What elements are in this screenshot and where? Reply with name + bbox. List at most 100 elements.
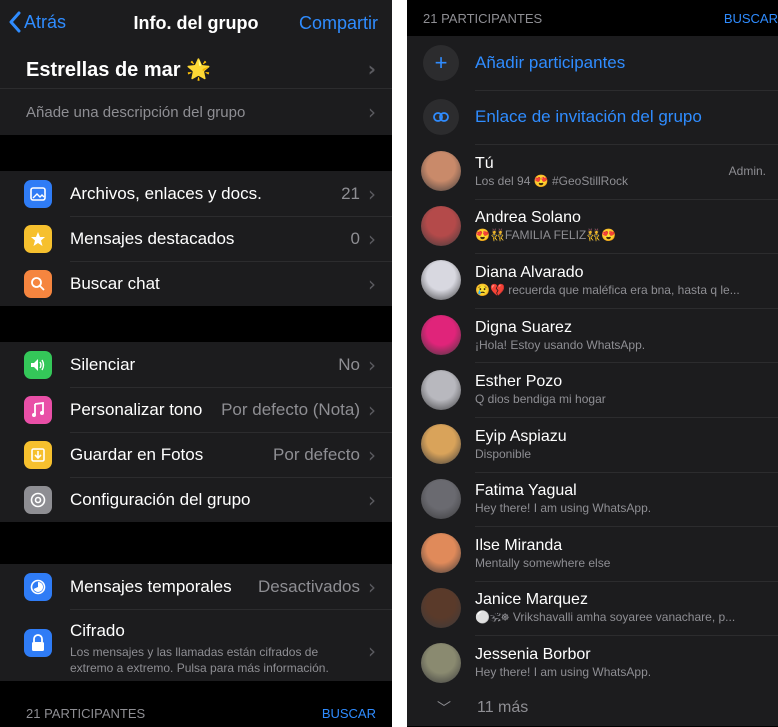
search-icon (24, 269, 52, 298)
download-icon (24, 440, 52, 469)
lock-icon (24, 629, 52, 657)
participant-name: Eyip Aspiazu (475, 427, 567, 445)
mute-row[interactable]: Silenciar No › (0, 342, 392, 387)
participant-info: Esther Pozo Q dios bendiga mi hogar (475, 373, 778, 406)
participant-row[interactable]: Digna Suarez ¡Hola! Estoy usando WhatsApp… (407, 307, 778, 363)
participant-row[interactable]: Andrea Solano 😍👯FAMILIA FELIZ👯😍 (407, 198, 778, 254)
media-section: Archivos, enlaces y docs. 21 › Mensajes … (0, 171, 392, 306)
avatar (421, 315, 461, 356)
link-icon (423, 99, 459, 135)
group-name-row[interactable]: Estrellas de mar 🌟 › (0, 50, 392, 88)
participant-row[interactable]: Esther Pozo Q dios bendiga mi hogar (407, 362, 778, 417)
add-participants-button[interactable]: + Añadir participantes (407, 36, 778, 90)
participant-info: Jessenia Borbor Hey there! I am using Wha… (475, 646, 778, 679)
participant-status: Mentally somewhere else (475, 555, 611, 570)
row-value: Desactivados (257, 576, 360, 596)
participant-name: Tú (475, 154, 494, 172)
participant-row[interactable]: Tú Los del 94 😍 #GeoStillRock Admin. (407, 144, 778, 199)
avatar (421, 205, 461, 246)
chevron-right-icon: › (368, 574, 376, 599)
avatar (421, 642, 461, 683)
timer-icon (24, 572, 52, 601)
save-to-photos-row[interactable]: Guardar en Fotos Por defecto › (0, 432, 392, 477)
participant-info: Eyip Aspiazu Disponible (475, 428, 778, 461)
participant-row[interactable]: Ilse Miranda Mentally somewhere else (407, 526, 778, 581)
row-label: Mensajes destacados (70, 228, 235, 248)
encryption-description: Los mensajes y las llamadas están cifrad… (70, 645, 329, 675)
encryption-row[interactable]: Cifrado Los mensajes y las llamadas está… (0, 609, 392, 681)
participant-row[interactable]: Janice Marquez ⚪🕉☸ Vrikshavalli amha soya… (407, 580, 778, 636)
participant-name: Esther Pozo (475, 373, 563, 391)
participant-status: 😍👯FAMILIA FELIZ👯😍 (475, 228, 617, 243)
search-participants-button[interactable]: BUSCAR (322, 706, 376, 721)
disappearing-messages-row[interactable]: Mensajes temporales Desactivados › (0, 564, 392, 609)
participant-status: ¡Hola! Estoy usando WhatsApp. (475, 337, 646, 352)
chevron-right-icon: › (368, 226, 376, 251)
chevron-right-icon: › (368, 352, 376, 377)
group-name: Estrellas de mar 🌟 (26, 58, 211, 81)
participant-row[interactable]: Jessenia Borbor Hey there! I am using Wha… (407, 635, 778, 690)
action-label: Enlace de invitación del grupo (475, 107, 702, 126)
settings-section: Silenciar No › Personalizar tono Por def… (0, 342, 392, 522)
participant-name: Jessenia Borbor (475, 646, 591, 664)
participants-footer: 21 PARTICIPANTES BUSCAR (0, 699, 392, 727)
row-label: Personalizar tono (70, 399, 203, 419)
custom-tone-row[interactable]: Personalizar tono Por defecto (Nota) › (0, 387, 392, 432)
chevron-right-icon: › (368, 100, 376, 124)
starred-messages-row[interactable]: Mensajes destacados 0 › (0, 216, 392, 261)
media-links-docs-row[interactable]: Archivos, enlaces y docs. 21 › (0, 171, 392, 216)
chevron-down-icon: ﹀ (437, 699, 451, 716)
row-label: Silenciar (70, 354, 136, 374)
photo-icon (24, 179, 52, 208)
participant-row[interactable]: Diana Alvarado 😢💔 recuerda que maléfica e… (407, 253, 778, 308)
avatar (421, 478, 461, 519)
search-participants-button[interactable]: BUSCAR (724, 11, 778, 26)
participant-info: Ilse Miranda Mentally somewhere else (475, 537, 778, 570)
group-description-row[interactable]: Añade una descripción del grupo › (0, 88, 392, 135)
row-label: Configuración del grupo (70, 489, 251, 509)
show-more-button[interactable]: ﹀ 11 más (407, 690, 778, 726)
participant-status: Q dios bendiga mi hogar (475, 392, 606, 407)
star-icon (24, 224, 52, 253)
avatar (421, 151, 461, 192)
gear-icon (24, 485, 52, 514)
participant-info: Andrea Solano 😍👯FAMILIA FELIZ👯😍 (475, 209, 778, 242)
chevron-right-icon: › (368, 397, 376, 422)
privacy-section: Mensajes temporales Desactivados › Cifra… (0, 564, 392, 681)
participant-status: Los del 94 😍 #GeoStillRock (475, 173, 629, 188)
share-button[interactable]: Compartir (299, 13, 378, 34)
avatar (421, 424, 461, 465)
participants-header: 21 PARTICIPANTES BUSCAR (407, 0, 778, 36)
search-chat-row[interactable]: Buscar chat › (0, 261, 392, 306)
avatar (421, 260, 461, 301)
participant-status: ⚪🕉☸ Vrikshavalli amha soyaree vanachare,… (475, 610, 736, 625)
participants-count: 21 PARTICIPANTES (26, 705, 146, 721)
participant-row[interactable]: Fatima Yagual Hey there! I am using Whats… (407, 471, 778, 527)
participant-name: Diana Alvarado (475, 263, 584, 281)
group-settings-row[interactable]: Configuración del grupo › (0, 477, 392, 522)
plus-icon: + (423, 45, 459, 81)
invite-link-button[interactable]: Enlace de invitación del grupo (407, 90, 778, 144)
chevron-right-icon: › (368, 271, 376, 296)
row-label: Cifrado (70, 621, 125, 640)
participant-info: Janice Marquez ⚪🕉☸ Vrikshavalli amha soya… (475, 591, 778, 625)
chevron-right-icon: › (368, 639, 376, 663)
participant-info: Digna Suarez ¡Hola! Estoy usando WhatsApp… (475, 319, 778, 352)
row-value: 0 (350, 228, 360, 248)
participant-status: Hey there! I am using WhatsApp. (475, 665, 652, 680)
participant-info: Diana Alvarado 😢💔 recuerda que maléfica e… (475, 264, 778, 297)
admin-badge: Admin. (728, 164, 766, 179)
participant-status: Hey there! I am using WhatsApp. (475, 501, 652, 516)
participants-panel: 21 PARTICIPANTES BUSCAR + Añadir partici… (407, 0, 778, 727)
participant-info: Fatima Yagual Hey there! I am using Whats… (475, 482, 778, 515)
music-note-icon (24, 395, 52, 424)
participants-count: 21 PARTICIPANTES (423, 10, 543, 26)
participant-name: Digna Suarez (475, 318, 572, 336)
chevron-right-icon: › (367, 57, 376, 81)
participant-name: Andrea Solano (475, 209, 581, 227)
row-label: Archivos, enlaces y docs. (70, 183, 262, 203)
participant-status: 😢💔 recuerda que maléfica era bna, hasta … (475, 282, 740, 297)
participant-status: Disponible (475, 446, 532, 461)
speaker-icon (24, 350, 52, 379)
participant-row[interactable]: Eyip Aspiazu Disponible (407, 416, 778, 472)
